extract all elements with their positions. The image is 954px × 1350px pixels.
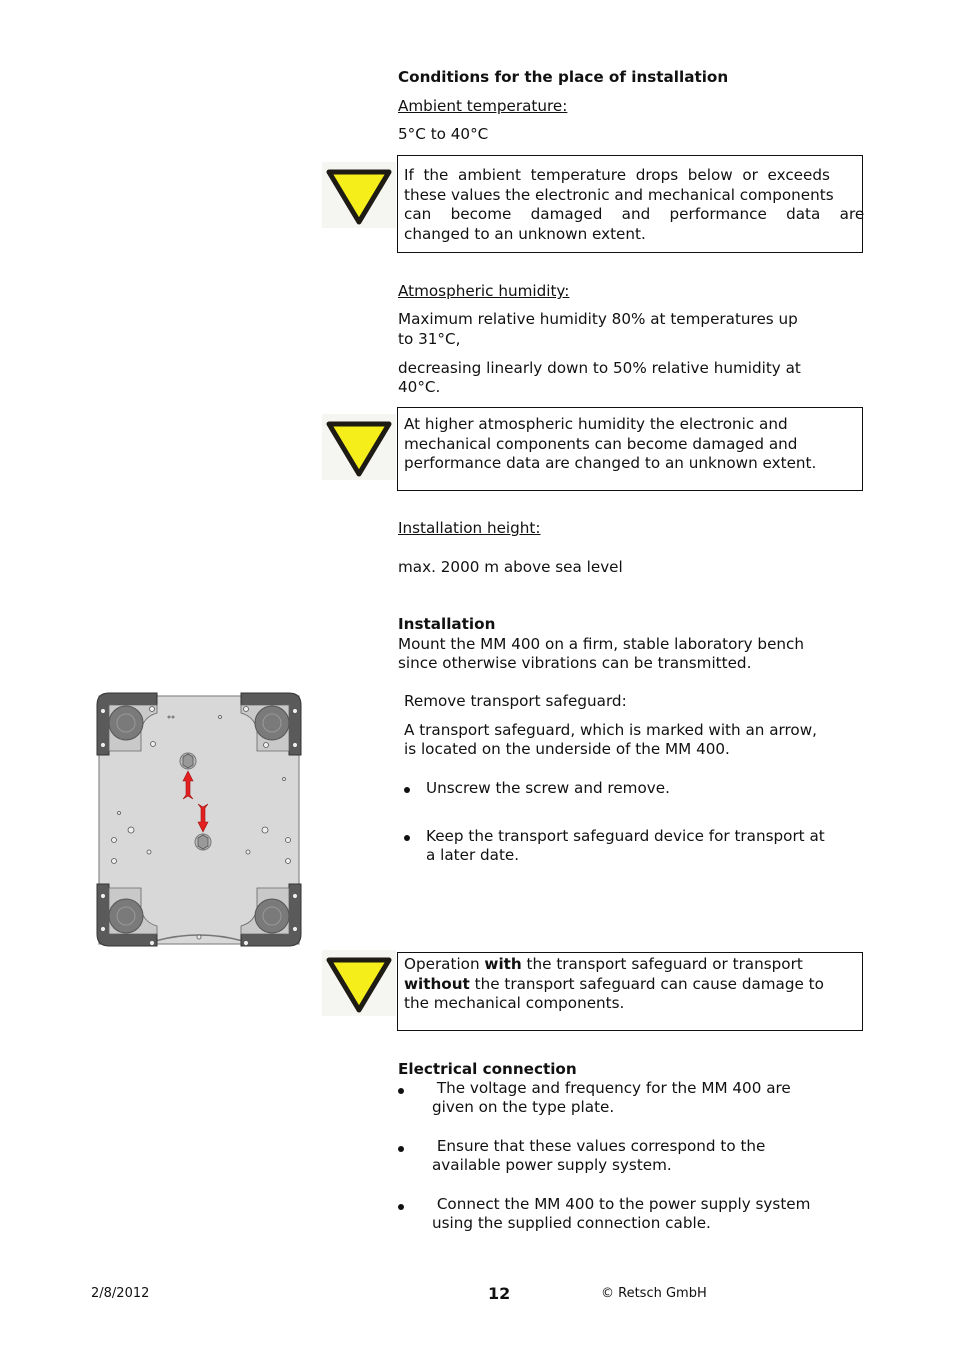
section-title-conditions: Conditions for the place of installation	[398, 68, 729, 86]
warning-text: the transport safeguard can cause damage…	[469, 974, 824, 993]
electrical-item-text: using the supplied connection cable.	[432, 1214, 711, 1232]
warning-text-line: If the ambient temperature drops below o…	[404, 166, 830, 184]
warning-icon	[322, 162, 396, 228]
warning-text-line: the mechanical components.	[404, 994, 625, 1012]
warning-text-line: performance data are changed to an unkno…	[404, 454, 817, 472]
humidity-text: 40°C.	[398, 378, 441, 396]
device-underside-image	[95, 691, 303, 948]
section-title-installation: Installation	[398, 615, 496, 633]
bullet-icon	[398, 1088, 404, 1094]
footer-copyright: © Retsch GmbH	[601, 1286, 707, 1301]
warning-text-line: these values the electronic and mechanic…	[404, 185, 834, 204]
footer-date: 2/8/2012	[91, 1286, 150, 1301]
warning-box-humidity: At higher atmospheric humidity the elect…	[397, 407, 863, 491]
section-title-electrical: Electrical connection	[398, 1060, 577, 1078]
installation-text: since otherwise vibrations can be transm…	[398, 654, 752, 672]
warning-icon	[322, 414, 396, 480]
humidity-text: decreasing linearly down to 50% relative…	[398, 359, 801, 377]
step-text: a later date.	[426, 846, 520, 864]
page-number: 12	[488, 1284, 511, 1303]
warning-text: the transport safeguard or transport	[521, 955, 803, 973]
humidity-text: Maximum relative humidity 80% at tempera…	[398, 310, 798, 328]
warning-text-line: without the transport safeguard can caus…	[404, 975, 857, 995]
warning-text-line: mechanical components can become damaged…	[404, 434, 798, 453]
electrical-item-text: given on the type plate.	[432, 1098, 615, 1116]
humidity-label: Atmospheric humidity:	[398, 282, 570, 300]
humidity-text: to 31°C,	[398, 330, 461, 348]
ambient-temperature-value: 5°C to 40°C	[398, 125, 489, 143]
step-text: Keep the transport safeguard device for …	[426, 827, 825, 845]
warning-box-transport: Operation with the transport safeguard o…	[397, 952, 863, 1031]
safeguard-description: A transport safeguard, which is marked w…	[404, 721, 817, 739]
warning-box-temperature: If the ambient temperature drops below o…	[397, 155, 865, 253]
step-text: Unscrew the screw and remove.	[426, 779, 670, 797]
bullet-icon	[398, 1146, 404, 1152]
warning-text: Operation	[404, 955, 485, 973]
warning-text-line: At higher atmospheric humidity the elect…	[404, 415, 788, 433]
electrical-item-text: Connect the MM 400 to the power supply s…	[432, 1195, 811, 1213]
warning-emphasis: without	[404, 974, 470, 993]
electrical-item-text: Ensure that these values correspond to t…	[432, 1137, 766, 1155]
safeguard-description: is located on the underside of the MM 40…	[404, 740, 730, 758]
bullet-icon	[398, 1204, 404, 1210]
remove-safeguard-label: Remove transport safeguard:	[404, 692, 627, 710]
warning-text-line: Operation with the transport safeguard o…	[404, 955, 857, 975]
installation-text: Mount the MM 400 on a firm, stable labor…	[398, 635, 805, 653]
installation-height-value: max. 2000 m above sea level	[398, 558, 623, 576]
bullet-icon	[404, 787, 410, 793]
ambient-temperature-label: Ambient temperature:	[398, 97, 568, 115]
warning-text-line: changed to an unknown extent.	[404, 224, 646, 243]
installation-height-label: Installation height:	[398, 519, 541, 537]
electrical-item-text: The voltage and frequency for the MM 400…	[432, 1079, 791, 1097]
bullet-icon	[404, 835, 410, 841]
electrical-item-text: available power supply system.	[432, 1156, 672, 1174]
warning-text-line: can become damaged and performance data …	[404, 205, 865, 223]
warning-emphasis: with	[484, 955, 522, 973]
warning-icon	[322, 950, 396, 1016]
